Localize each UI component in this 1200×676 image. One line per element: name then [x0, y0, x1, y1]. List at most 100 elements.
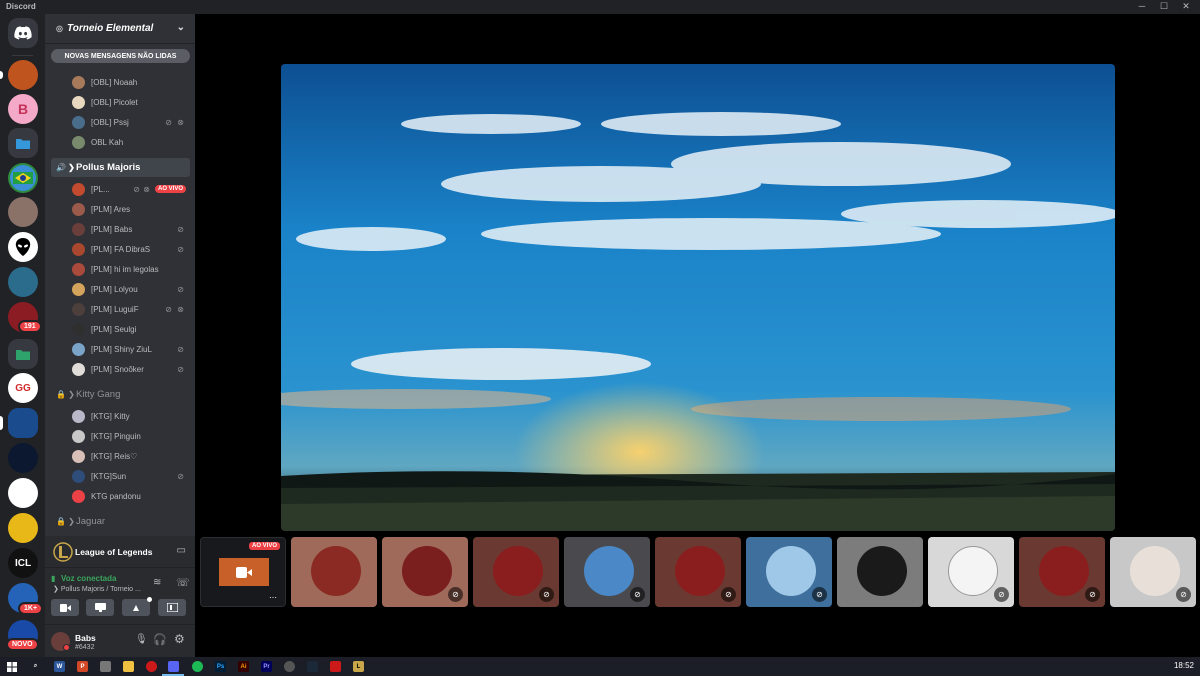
voice-location[interactable]: ❯ Pollus Majoris / Torneio ...	[53, 585, 141, 593]
guild-yellow-icon[interactable]	[8, 513, 38, 543]
self-stream-tile[interactable]: AO VIVO ⋯	[200, 537, 286, 607]
participant-tile[interactable]: ⊘	[564, 537, 650, 607]
avatar	[72, 242, 85, 256]
voice-member[interactable]: KTG pandonu	[72, 487, 190, 505]
voice-member[interactable]: [OBL] Pssj ⊘ ⊗	[72, 113, 190, 131]
word-icon[interactable]: W	[54, 661, 65, 672]
voice-member[interactable]: [PL... AO VIVO ⊘ ⊗	[72, 180, 190, 198]
discord-home-icon[interactable]	[8, 18, 38, 48]
participant-tile[interactable]: ⊘	[655, 537, 741, 607]
close-icon[interactable]: ✕	[1176, 1, 1196, 12]
signal-icon[interactable]: ▮	[51, 574, 55, 583]
photoshop-icon[interactable]: Ps	[215, 661, 226, 672]
avatar	[72, 282, 85, 296]
server-header[interactable]: ◎ Torneio Elemental ⌄	[45, 14, 195, 44]
search-icon[interactable]: ⌕	[30, 661, 41, 672]
participant-tile[interactable]: ⊘	[746, 537, 832, 607]
alien-icon[interactable]	[8, 232, 38, 262]
unread-messages-banner[interactable]: NOVAS MENSAGENS NÃO LIDAS	[51, 49, 190, 63]
opera-icon[interactable]	[146, 661, 157, 672]
guild-b-icon[interactable]: B	[8, 94, 38, 124]
voice-member[interactable]: [PLM] FA DibraS ⊘	[72, 240, 190, 258]
member-name: OBL Kah	[91, 137, 124, 147]
soundboard-button[interactable]	[158, 599, 186, 616]
avatar	[72, 322, 85, 336]
voice-member[interactable]: OBL Kah	[72, 133, 190, 151]
video-button[interactable]	[51, 599, 79, 616]
mic-muted-icon: ⊘	[994, 587, 1009, 602]
voice-member[interactable]: [KTG] Pinguin	[72, 427, 190, 445]
avatar	[72, 182, 85, 196]
voice-channel[interactable]: 🔒 ❯ Jaguar	[51, 512, 190, 531]
windows-start-icon[interactable]	[6, 661, 17, 672]
participant-tile[interactable]: ⊘	[473, 537, 559, 607]
noise-suppression-icon[interactable]: ≋	[153, 577, 161, 588]
folder-icon[interactable]	[8, 128, 38, 158]
guild-planet-icon[interactable]	[8, 267, 38, 297]
voice-member[interactable]: [PLM] LuguiF ⊘ ⊗	[72, 300, 190, 318]
screen-share-button[interactable]	[86, 599, 114, 616]
premiere-icon[interactable]: Pr	[261, 661, 272, 672]
voice-member[interactable]: [PLM] Lolyou ⊘	[72, 280, 190, 298]
member-name: [PL...	[91, 184, 110, 194]
disconnect-icon[interactable]: ☏	[176, 576, 190, 589]
user-tag[interactable]: #6432	[75, 644, 94, 651]
guild-brasil-icon[interactable]	[8, 163, 38, 193]
voice-member[interactable]: [KTG]Sun ⊘	[72, 467, 190, 485]
mic-muted-icon[interactable]: 🎙	[135, 634, 148, 645]
voice-member[interactable]: [OBL] Picolet	[72, 93, 190, 111]
more-options-icon[interactable]: ⋯	[269, 593, 277, 602]
member-name: [PLM] FA DibraS	[91, 244, 151, 254]
member-name: [PLM] LuguiF	[91, 304, 139, 314]
participant-tile[interactable]: ⊘	[382, 537, 468, 607]
spotify-icon[interactable]	[192, 661, 203, 672]
voice-member[interactable]: [KTG] Reis♡	[72, 447, 190, 465]
voice-status[interactable]: Voz conectada	[61, 574, 116, 583]
screen-share-icon[interactable]: ▭	[177, 545, 186, 556]
participant-tile[interactable]: ⊘	[928, 537, 1014, 607]
voice-member[interactable]: [PLM] hi im legolas	[72, 260, 190, 278]
maximize-icon[interactable]: ☐	[1154, 1, 1174, 12]
voice-member[interactable]: [KTG] Kitty	[72, 407, 190, 425]
illustrator-icon[interactable]: Ai	[238, 661, 249, 672]
guild-gg-icon[interactable]: GG	[8, 373, 38, 403]
powerpoint-icon[interactable]: P	[77, 661, 88, 672]
participant-tile[interactable]: ⊘	[1019, 537, 1105, 607]
calculator-icon[interactable]	[100, 661, 111, 672]
mic-muted-icon: ⊘	[812, 587, 827, 602]
participant-tile[interactable]: ⊘	[1110, 537, 1196, 607]
voice-member[interactable]: [OBL] Noaah	[72, 73, 190, 91]
participant-tile[interactable]	[291, 537, 377, 607]
discord-icon[interactable]	[168, 661, 179, 672]
guild-avatar-icon[interactable]	[8, 197, 38, 227]
file-explorer-icon[interactable]	[123, 661, 134, 672]
activities-button[interactable]	[122, 599, 150, 616]
voice-member[interactable]: [PLM] Babs ⊘	[72, 220, 190, 238]
gear-icon[interactable]: ⚙	[174, 632, 185, 646]
folder-icon[interactable]	[8, 339, 38, 369]
participant-tile[interactable]	[837, 537, 923, 607]
voice-channel[interactable]: 🔊 ❯ Pollus Majoris	[51, 158, 190, 177]
voice-channel[interactable]: 🔒 ❯ Kitty Gang	[51, 385, 190, 404]
guild-skyline-icon[interactable]	[8, 443, 38, 473]
avatar	[493, 546, 543, 596]
steam-icon[interactable]	[307, 661, 318, 672]
minimize-icon[interactable]: ─	[1132, 1, 1152, 11]
guild-icl-icon[interactable]: ICL	[8, 548, 38, 578]
voice-member[interactable]: [PLM] Seulgi	[72, 320, 190, 338]
member-name: [PLM] Shiny ZiuL	[91, 344, 152, 354]
league-client-icon[interactable]: L	[353, 661, 364, 672]
guild-torneio-elemental-icon[interactable]	[8, 408, 38, 438]
main-stream-video[interactable]	[281, 64, 1115, 531]
voice-member[interactable]: [PLM] Shiny ZiuL ⊘	[72, 340, 190, 358]
lock-icon: 🔒 ❯	[56, 390, 75, 399]
guild-torneio-icon[interactable]	[8, 60, 38, 90]
username[interactable]: Babs	[75, 633, 96, 643]
voice-member[interactable]: [PLM] Ares	[72, 200, 190, 218]
app-red-icon[interactable]	[330, 661, 341, 672]
app-icon[interactable]	[284, 661, 295, 672]
member-name: [PLM] Babs	[91, 224, 133, 234]
guild-green-icon[interactable]	[8, 478, 38, 508]
headphones-icon[interactable]: 🎧	[153, 633, 167, 646]
voice-member[interactable]: [PLM] Snoôker ⊘	[72, 360, 190, 378]
